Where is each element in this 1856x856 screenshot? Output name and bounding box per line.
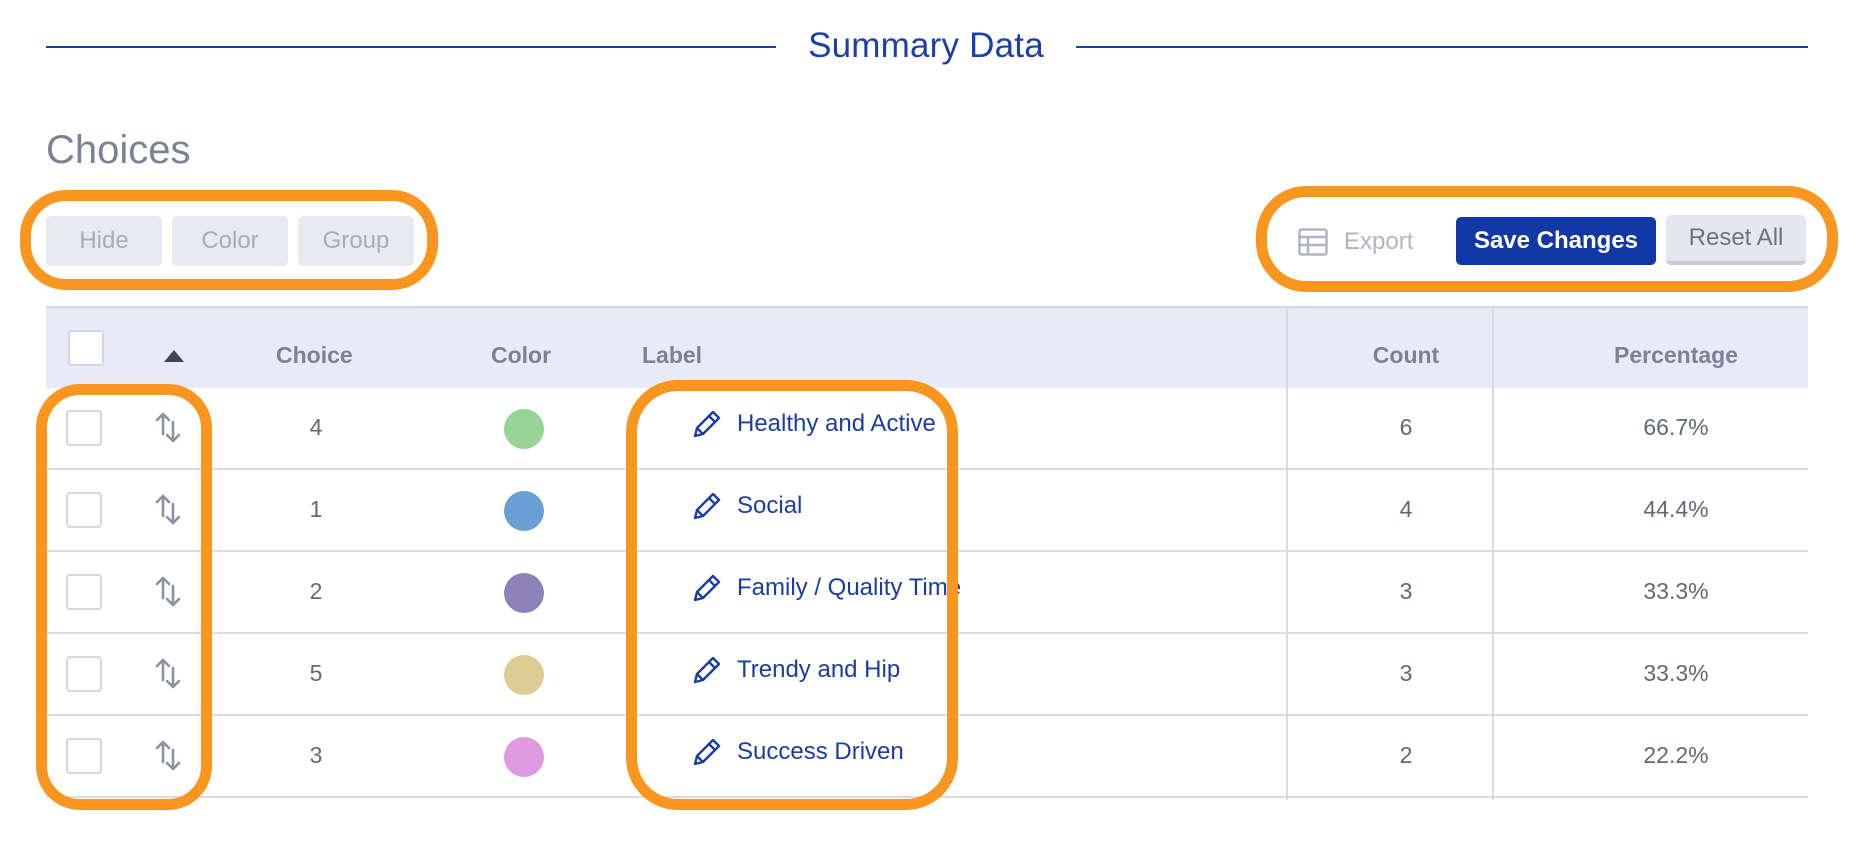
color-swatch[interactable] <box>504 573 544 613</box>
pencil-icon <box>693 656 721 684</box>
table-row: 1 Social 4 44.4% <box>46 470 1808 552</box>
count-value: 3 <box>1399 578 1413 604</box>
color-swatch[interactable] <box>504 491 544 531</box>
choice-label-link[interactable]: Trendy and Hip <box>691 654 900 686</box>
choice-label: Social <box>737 492 803 519</box>
color-swatch[interactable] <box>504 655 544 695</box>
choice-number: 1 <box>309 496 323 522</box>
pencil-icon <box>693 738 721 766</box>
export-label: Export <box>1344 228 1414 255</box>
divider-right <box>1076 46 1808 48</box>
choice-number: 2 <box>309 578 323 604</box>
count-value: 3 <box>1399 660 1413 686</box>
row-checkbox[interactable] <box>66 738 102 774</box>
choice-label: Healthy and Active <box>737 410 936 437</box>
select-all-checkbox[interactable] <box>68 330 104 366</box>
label-header[interactable]: Label <box>642 342 702 369</box>
percentage-value: 44.4% <box>1643 496 1709 522</box>
count-value: 6 <box>1399 414 1413 440</box>
table-row: 2 Family / Quality Time 3 33.3% <box>46 552 1808 634</box>
color-button[interactable]: Color <box>172 216 288 266</box>
table-row: 3 Success Driven 2 22.2% <box>46 716 1808 798</box>
color-swatch[interactable] <box>504 409 544 449</box>
percentage-header[interactable]: Percentage <box>1546 342 1806 369</box>
choices-table: Choice Color Label Count Percentage 4 He… <box>46 306 1808 800</box>
row-checkbox[interactable] <box>66 410 102 446</box>
reorder-arrows-icon[interactable] <box>154 492 182 526</box>
count-value: 2 <box>1399 742 1413 768</box>
export-button[interactable]: Export <box>1298 222 1413 262</box>
table-header: Choice Color Label Count Percentage <box>46 306 1808 388</box>
reset-all-button[interactable]: Reset All <box>1666 215 1806 265</box>
reorder-arrows-icon[interactable] <box>154 738 182 772</box>
row-checkbox[interactable] <box>66 492 102 528</box>
percentage-value: 22.2% <box>1643 742 1709 768</box>
choice-number: 5 <box>309 660 323 686</box>
table-icon <box>1298 228 1328 256</box>
pencil-icon <box>693 492 721 520</box>
summary-data-heading: Summary Data <box>808 26 1044 65</box>
choices-title: Choices <box>46 128 191 172</box>
choice-label: Success Driven <box>737 738 904 765</box>
choice-label: Trendy and Hip <box>737 656 901 683</box>
percentage-value: 33.3% <box>1643 660 1709 686</box>
pencil-icon <box>693 410 721 438</box>
save-changes-button[interactable]: Save Changes <box>1456 217 1656 265</box>
row-checkbox[interactable] <box>66 574 102 610</box>
choice-header[interactable]: Choice <box>276 342 353 369</box>
row-checkbox[interactable] <box>66 656 102 692</box>
triangle-up-icon[interactable] <box>164 350 184 362</box>
percentage-value: 66.7% <box>1643 414 1709 440</box>
choice-label-link[interactable]: Social <box>691 490 802 522</box>
count-header[interactable]: Count <box>1356 342 1456 369</box>
choice-label: Family / Quality Time <box>737 574 962 601</box>
choice-number: 3 <box>309 742 323 768</box>
table-row: 4 Healthy and Active 6 66.7% <box>46 388 1808 470</box>
percentage-value: 33.3% <box>1643 578 1709 604</box>
table-row: 5 Trendy and Hip 3 33.3% <box>46 634 1808 716</box>
count-value: 4 <box>1399 496 1413 522</box>
choice-number: 4 <box>309 414 323 440</box>
pencil-icon <box>693 574 721 602</box>
choice-label-link[interactable]: Healthy and Active <box>691 408 936 440</box>
reorder-arrows-icon[interactable] <box>154 574 182 608</box>
color-header[interactable]: Color <box>491 342 551 369</box>
reorder-arrows-icon[interactable] <box>154 656 182 690</box>
choice-label-link[interactable]: Success Driven <box>691 736 904 768</box>
reorder-arrows-icon[interactable] <box>154 410 182 444</box>
color-swatch[interactable] <box>504 737 544 777</box>
choice-label-link[interactable]: Family / Quality Time <box>691 572 961 604</box>
group-button[interactable]: Group <box>298 216 414 266</box>
divider-left <box>46 46 776 48</box>
hide-button[interactable]: Hide <box>46 216 162 266</box>
section-heading-bar: Summary Data <box>46 22 1808 72</box>
